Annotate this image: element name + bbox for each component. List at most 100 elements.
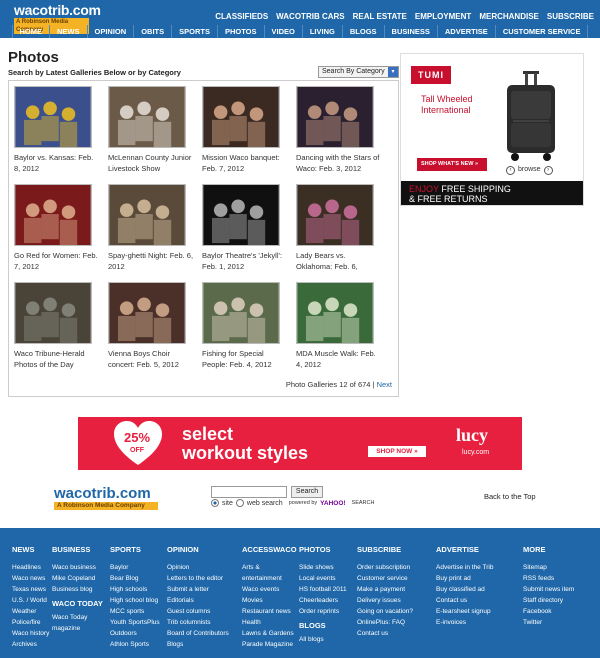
footer-link[interactable]: Going on vacation? — [357, 606, 413, 617]
gallery-caption[interactable]: Vienna Boys Choir concert: Feb. 5, 2012 — [108, 348, 194, 370]
top-link-employment[interactable]: EMPLOYMENT — [415, 12, 471, 21]
tumi-ad[interactable]: TUMI Tall Wheeled International SHOP WHA… — [400, 53, 584, 206]
footer-link[interactable]: Delivery issues — [357, 595, 413, 606]
footer-link[interactable]: Editorials — [167, 595, 229, 606]
gallery-thumbnail[interactable] — [202, 184, 280, 246]
nav-news[interactable]: NEWS — [50, 25, 88, 38]
footer-link[interactable]: Local events — [299, 573, 347, 584]
gallery-item[interactable]: Mission Waco banquet: Feb. 7, 2012 — [202, 86, 282, 174]
footer-heading[interactable]: SUBSCRIBE — [357, 545, 413, 554]
footer-link[interactable]: Buy classified ad — [436, 584, 493, 595]
gallery-item[interactable]: MDA Muscle Walk: Feb. 4, 2012 — [296, 282, 376, 370]
footer-link[interactable]: Athlon Sports — [110, 639, 160, 650]
footer-link[interactable]: Blogs — [167, 639, 229, 650]
top-link-real-estate[interactable]: REAL ESTATE — [353, 12, 407, 21]
footer-link[interactable]: Contact us — [436, 595, 493, 606]
gallery-thumbnail[interactable] — [296, 86, 374, 148]
footer-link[interactable]: Board of Contributors — [167, 628, 229, 639]
footer-link[interactable]: Make a payment — [357, 584, 413, 595]
nav-sports[interactable]: SPORTS — [172, 25, 218, 38]
gallery-caption[interactable]: Lady Bears vs. Oklahoma: Feb. 6, — [296, 250, 382, 272]
footer-link[interactable]: MCC sports — [110, 606, 160, 617]
gallery-caption[interactable]: Dancing with the Stars of Waco: Feb. 3, … — [296, 152, 382, 174]
nav-business[interactable]: BUSINESS — [385, 25, 438, 38]
gallery-thumbnail[interactable] — [14, 184, 92, 246]
footer-link[interactable]: Guest columns — [167, 606, 229, 617]
footer-link[interactable]: Outdoors — [110, 628, 160, 639]
footer-link[interactable]: E-invoices — [436, 617, 493, 628]
gallery-item[interactable]: Dancing with the Stars of Waco: Feb. 3, … — [296, 86, 379, 174]
footer-logo[interactable]: wacotrib.com A Robinson Media Company — [54, 486, 158, 512]
gallery-item[interactable]: Fishing for Special People: Feb. 4, 2012 — [202, 282, 282, 370]
gallery-item[interactable]: Vienna Boys Choir concert: Feb. 5, 2012 — [108, 282, 188, 370]
footer-link[interactable]: Business blog — [52, 584, 103, 595]
gallery-thumbnail[interactable] — [202, 282, 280, 344]
footer-link[interactable]: High school blog — [110, 595, 160, 606]
footer-link[interactable]: Waco Today — [52, 612, 103, 623]
gallery-thumbnail[interactable] — [14, 282, 92, 344]
footer-heading[interactable]: WACO TODAY — [52, 599, 103, 608]
footer-heading[interactable]: ADVERTISE — [436, 545, 493, 554]
footer-heading[interactable]: ACCESSWACO — [242, 545, 297, 554]
footer-link[interactable]: Letters to the editor — [167, 573, 229, 584]
nav-opinion[interactable]: OPINION — [88, 25, 135, 38]
footer-link[interactable]: Arts & — [242, 562, 297, 573]
footer-heading[interactable]: SPORTS — [110, 545, 160, 554]
footer-link[interactable]: Submit a letter — [167, 584, 229, 595]
footer-link[interactable]: Mike Copeland — [52, 573, 103, 584]
footer-link[interactable]: Movies — [242, 595, 297, 606]
gallery-caption[interactable]: Fishing for Special People: Feb. 4, 2012 — [202, 348, 288, 370]
footer-link[interactable]: Headlines — [12, 562, 49, 573]
footer-link[interactable]: Lawns & Gardens — [242, 628, 297, 639]
lucy-ad[interactable]: 25% OFF select workout styles SHOP NOW »… — [78, 417, 522, 470]
top-link-classifieds[interactable]: CLASSIFIEDS — [215, 12, 268, 21]
footer-heading[interactable]: BLOGS — [299, 621, 347, 630]
gallery-thumbnail[interactable] — [108, 282, 186, 344]
footer-link[interactable]: Cheerleaders — [299, 595, 347, 606]
nav-blogs[interactable]: BLOGS — [343, 25, 385, 38]
arrow-right-icon[interactable]: › — [543, 166, 553, 175]
gallery-item[interactable]: Spay-ghetti Night: Feb. 6, 2012 — [108, 184, 193, 272]
category-select[interactable]: Search By Category ▾ — [318, 66, 399, 78]
footer-heading[interactable]: NEWS — [12, 545, 49, 554]
nav-advertise[interactable]: ADVERTISE — [438, 25, 496, 38]
footer-link[interactable]: Weather — [12, 606, 49, 617]
gallery-item[interactable]: Go Red for Women: Feb. 7, 2012 — [14, 184, 98, 272]
footer-link[interactable]: Buy print ad — [436, 573, 493, 584]
gallery-item[interactable]: McLennan County Junior Livestock Show — [108, 86, 191, 174]
gallery-caption[interactable]: Waco Tribune-Herald Photos of the Day — [14, 348, 100, 370]
footer-link[interactable]: Opinion — [167, 562, 229, 573]
footer-link[interactable]: Parade Magazine — [242, 639, 297, 650]
top-link-cars[interactable]: WACOTRIB CARS — [276, 12, 344, 21]
gallery-item[interactable]: Baylor Theatre's 'Jekyll': Feb. 1, 2012 — [202, 184, 282, 272]
footer-link[interactable]: Order reprints — [299, 606, 347, 617]
footer-link[interactable]: Contact us — [357, 628, 413, 639]
nav-customer-service[interactable]: CUSTOMER SERVICE — [496, 25, 589, 38]
footer-link[interactable]: Customer service — [357, 573, 413, 584]
footer-link[interactable]: HS football 2011 — [299, 584, 347, 595]
footer-link[interactable]: Slide shows — [299, 562, 347, 573]
gallery-caption[interactable]: Spay-ghetti Night: Feb. 6, 2012 — [108, 250, 194, 272]
nav-video[interactable]: VIDEO — [265, 25, 303, 38]
gallery-caption[interactable]: MDA Muscle Walk: Feb. 4, 2012 — [296, 348, 382, 370]
top-link-merchandise[interactable]: MERCHANDISE — [479, 12, 539, 21]
footer-link[interactable]: Bear Blog — [110, 573, 160, 584]
footer-heading[interactable]: BUSINESS — [52, 545, 103, 554]
footer-link[interactable]: Trib columnists — [167, 617, 229, 628]
footer-heading[interactable]: OPINION — [167, 545, 229, 554]
footer-link[interactable]: Sitemap — [523, 562, 574, 573]
footer-link[interactable]: Submit news item — [523, 584, 574, 595]
gallery-caption[interactable]: Go Red for Women: Feb. 7, 2012 — [14, 250, 100, 272]
footer-link[interactable]: E-tearsheet signup — [436, 606, 493, 617]
tumi-shop-button[interactable]: SHOP WHAT'S NEW » — [417, 158, 487, 171]
footer-link[interactable]: Texas news — [12, 584, 49, 595]
footer-link[interactable]: Waco business — [52, 562, 103, 573]
footer-link[interactable]: Advertise in the Trib — [436, 562, 493, 573]
footer-link[interactable]: Facebook — [523, 606, 574, 617]
footer-link[interactable]: OnlinePlus: FAQ — [357, 617, 413, 628]
nav-living[interactable]: LIVING — [303, 25, 343, 38]
footer-link[interactable]: Archives — [12, 639, 49, 650]
footer-link[interactable]: Waco history — [12, 628, 49, 639]
arrow-left-icon[interactable]: ‹ — [506, 166, 515, 175]
footer-link[interactable]: RSS feeds — [523, 573, 574, 584]
